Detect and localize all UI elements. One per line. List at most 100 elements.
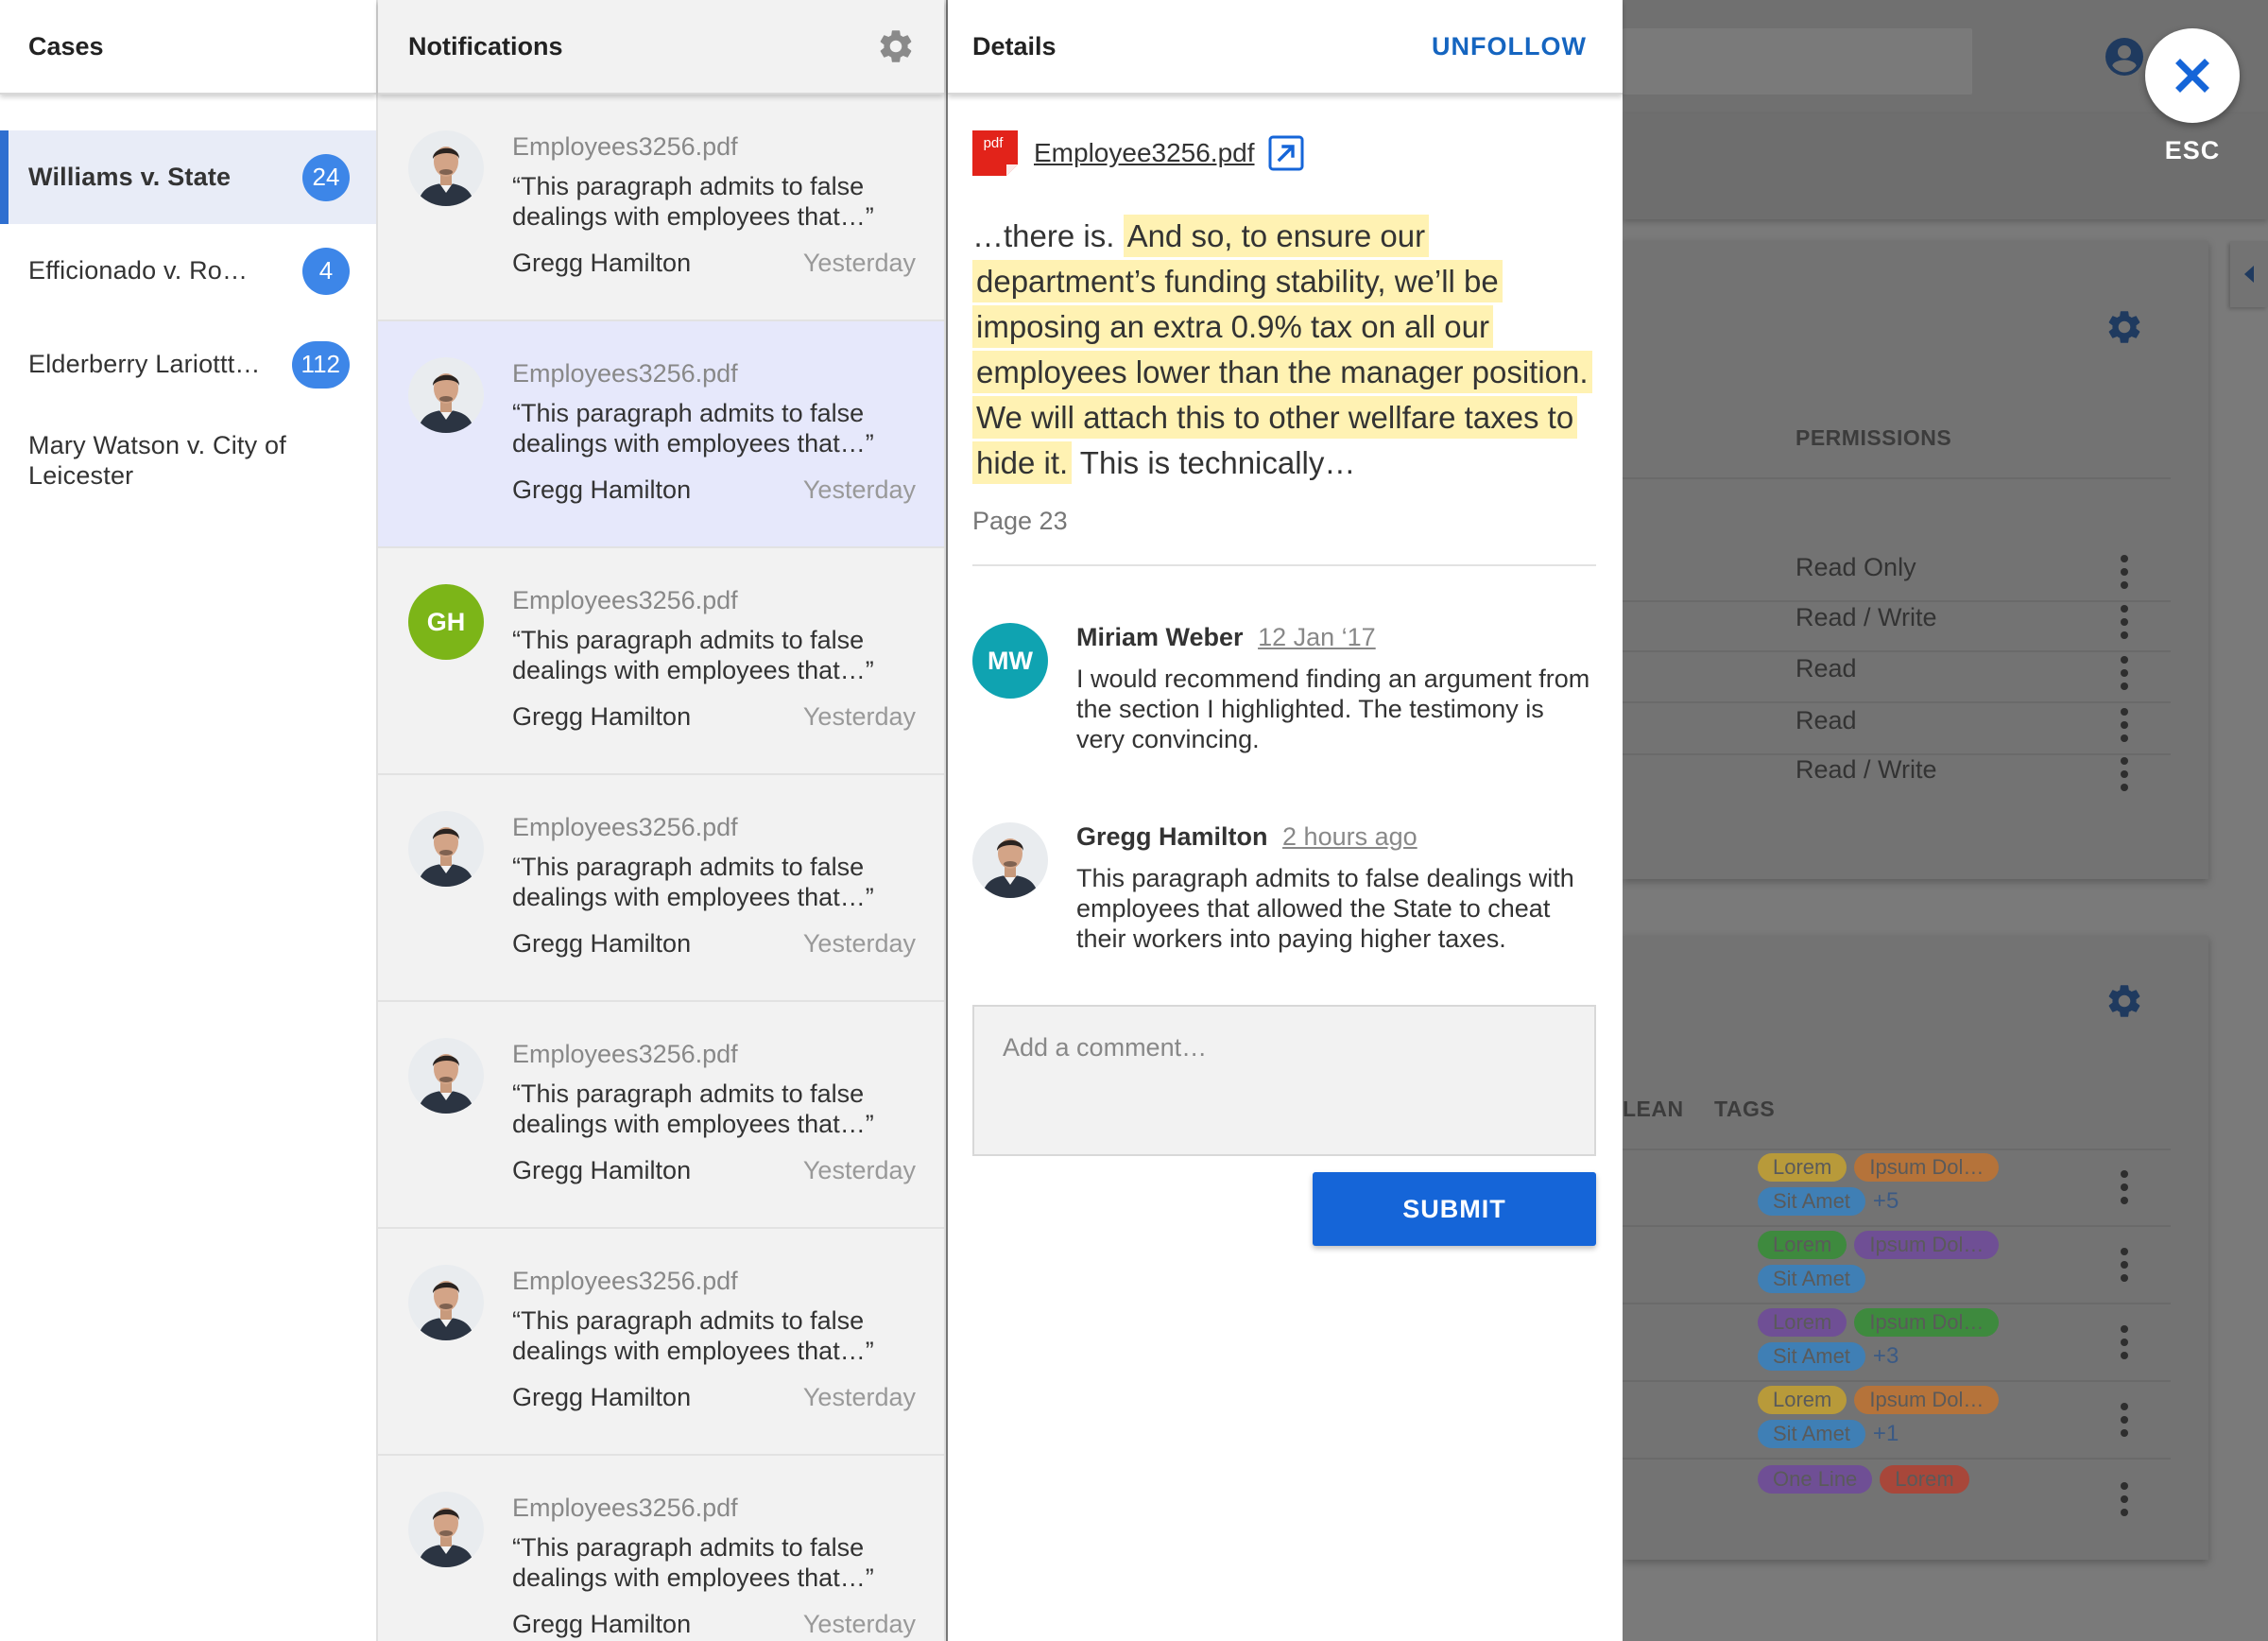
tag-chip: Lorem: [1758, 1153, 1847, 1182]
open-external-icon[interactable]: [1268, 135, 1304, 171]
tag-line: Sit Amet: [1758, 1265, 1999, 1293]
table-divider: [1623, 650, 2171, 652]
submit-button[interactable]: SUBMIT: [1313, 1172, 1596, 1246]
more-options-icon: [2120, 656, 2129, 690]
tag-chip: Sit Amet: [1758, 1342, 1865, 1371]
gear-icon[interactable]: [876, 26, 916, 66]
tag-line: Sit Amet +1: [1758, 1420, 1999, 1448]
person-photo: [408, 811, 484, 887]
tag-group: Lorem Ipsum Dol… Sit Amet +1: [1758, 1386, 2000, 1448]
table-divider: [1623, 701, 2171, 703]
more-options-icon: [2120, 1325, 2129, 1359]
notification-body: Employees3256.pdf “This paragraph admits …: [512, 1038, 916, 1227]
avatar: [408, 1265, 484, 1340]
tag-chip: Sit Amet: [1758, 1265, 1865, 1293]
comment-header: Gregg Hamilton 2 hours ago: [1076, 822, 1596, 852]
tag-line: Lorem Ipsum Dol…: [1758, 1386, 2000, 1414]
notification-file: Employees3256.pdf: [512, 132, 738, 161]
comment: MW Miriam Weber 12 Jan ‘17 I would recom…: [972, 623, 1596, 754]
page-reference: Page 23: [972, 507, 1068, 535]
unfollow-button[interactable]: UNFOLLOW: [1432, 32, 1587, 61]
notification-item[interactable]: Employees3256.pdf “This paragraph admits …: [378, 95, 944, 321]
notification-body: Employees3256.pdf “This paragraph admits …: [512, 811, 916, 1000]
table-divider: [1623, 1303, 2171, 1304]
pdf-file-type: pdf: [984, 135, 1005, 151]
comment-author: Miriam Weber: [1076, 623, 1244, 651]
notification-time: Yesterday: [802, 1610, 916, 1638]
notification-quote: “This paragraph admits to false dealings…: [512, 399, 874, 458]
comment-timestamp[interactable]: 2 hours ago: [1282, 822, 1418, 851]
case-name: Efficionado v. Ro…: [28, 256, 249, 285]
user-account-icon: [2105, 38, 2143, 76]
notification-meta: Gregg Hamilton Yesterday: [512, 249, 916, 278]
avatar: [408, 357, 484, 433]
notifications-title: Notifications: [408, 31, 563, 60]
person-photo: [408, 1265, 484, 1340]
more-options-icon: [2120, 1248, 2129, 1282]
permission-value: Read / Write: [1796, 603, 1937, 631]
tag-chip: Ipsum Dol…: [1854, 1153, 2000, 1182]
notification-quote: “This paragraph admits to false dealings…: [512, 1080, 874, 1138]
divider: [972, 564, 1596, 566]
notification-file: Employees3256.pdf: [512, 359, 738, 388]
more-options-icon: [2120, 1403, 2129, 1437]
case-item-elderberry[interactable]: Elderberry Lariottt… 112: [0, 318, 376, 411]
excerpt-after: This is technically…: [1072, 445, 1356, 480]
details-panel: Details UNFOLLOW pdf Employee3256.pdf …t…: [948, 0, 1623, 1641]
notification-author: Gregg Hamilton: [512, 475, 692, 504]
notification-body: Employees3256.pdf “This paragraph admits …: [512, 357, 916, 546]
tags-column-header: TAGS: [1714, 1097, 1776, 1121]
table-divider: [1623, 1458, 2171, 1460]
notification-quote: “This paragraph admits to false dealings…: [512, 1533, 874, 1592]
tag-group: Lorem Ipsum Dol… Sit Amet: [1758, 1231, 2000, 1293]
notification-item[interactable]: Employees3256.pdf “This paragraph admits …: [378, 1002, 944, 1229]
notification-item[interactable]: GH Employees3256.pdf “This paragraph admit…: [378, 548, 944, 775]
case-item-williams[interactable]: Williams v. State 24: [0, 130, 376, 224]
table-divider: [1623, 600, 2171, 602]
case-item-efficionado[interactable]: Efficionado v. Ro… 4: [0, 224, 376, 318]
table-divider: [1623, 1225, 2171, 1227]
close-icon: [2175, 59, 2209, 93]
case-item-mary-watson[interactable]: Mary Watson v. City of Leicester: [0, 411, 376, 515]
notification-meta: Gregg Hamilton Yesterday: [512, 1610, 916, 1639]
notification-body: Employees3256.pdf “This paragraph admits …: [512, 130, 916, 320]
document-link[interactable]: Employee3256.pdf: [1034, 138, 1255, 168]
notification-file: Employees3256.pdf: [512, 1267, 738, 1295]
boolean-column-header: LEAN: [1623, 1097, 1684, 1121]
permission-value: Read Only: [1796, 553, 1916, 581]
avatar: [408, 130, 484, 206]
notification-item[interactable]: Employees3256.pdf “This paragraph admits …: [378, 321, 944, 548]
notification-item[interactable]: Employees3256.pdf “This paragraph admits …: [378, 1229, 944, 1456]
close-button[interactable]: [2145, 28, 2240, 123]
tag-overflow-count: +3: [1872, 1343, 1899, 1369]
notification-author: Gregg Hamilton: [512, 702, 692, 731]
permission-value: Read: [1796, 706, 1857, 734]
notification-time: Yesterday: [802, 1156, 916, 1184]
background-subbar: [1623, 113, 2268, 219]
excerpt-highlight: And so, to ensure our department’s fundi…: [972, 215, 1592, 484]
person-photo: [408, 357, 484, 433]
tag-chip: Lorem: [1758, 1386, 1847, 1414]
comment-input[interactable]: [972, 1005, 1596, 1156]
person-photo: [408, 1492, 484, 1567]
tag-line: Lorem Ipsum Dol…: [1758, 1308, 2000, 1337]
notification-item[interactable]: Employees3256.pdf “This paragraph admits …: [378, 1456, 944, 1641]
case-name: Mary Watson v. City of Leicester: [28, 431, 286, 490]
notification-body: Employees3256.pdf “This paragraph admits …: [512, 1492, 916, 1641]
permission-value: Read: [1796, 654, 1857, 682]
notification-meta: Gregg Hamilton Yesterday: [512, 1156, 916, 1185]
comment-timestamp[interactable]: 12 Jan ‘17: [1258, 623, 1376, 651]
tag-group: Lorem Ipsum Dol… Sit Amet +5: [1758, 1153, 2000, 1216]
avatar: [408, 1492, 484, 1567]
esc-label: ESC: [2164, 136, 2221, 164]
tag-chip: Lorem: [1758, 1231, 1847, 1259]
comment-text: I would recommend finding an argument fr…: [1076, 665, 1590, 753]
case-name: Elderberry Lariottt…: [28, 350, 261, 378]
tag-overflow-count: +5: [1872, 1188, 1899, 1214]
tag-chip: Lorem: [1880, 1465, 1969, 1494]
notification-item[interactable]: Employees3256.pdf “This paragraph admits …: [378, 775, 944, 1002]
cases-panel: Cases Williams v. State 24 Efficionado v…: [0, 0, 376, 1641]
comment-author: Gregg Hamilton: [1076, 822, 1268, 851]
avatar: [408, 1038, 484, 1114]
comment-body: Gregg Hamilton 2 hours ago This paragrap…: [1076, 822, 1596, 954]
